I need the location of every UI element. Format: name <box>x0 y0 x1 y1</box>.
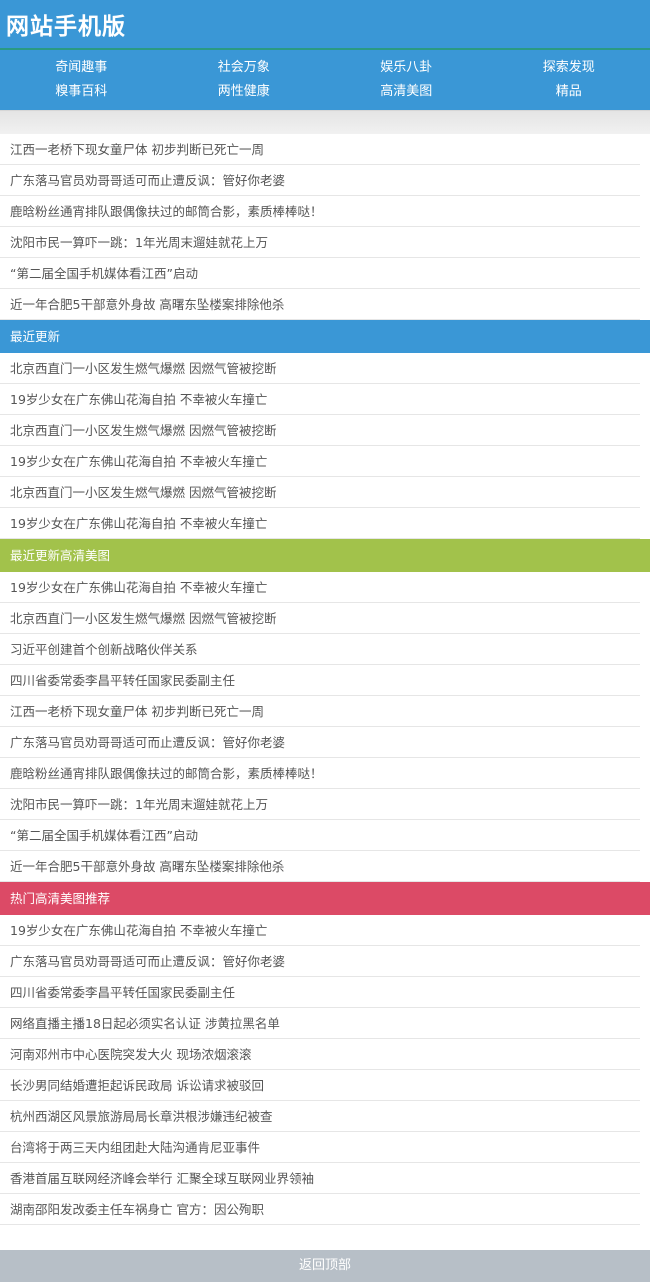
nav-item-health[interactable]: 两性健康 <box>163 80 326 104</box>
list-item[interactable]: 杭州西湖区风景旅游局局长章洪根涉嫌违纪被查 <box>0 1101 640 1132</box>
hot-hd-list: 19岁少女在广东佛山花海自拍 不幸被火车撞亡 广东落马官员劝哥哥适可而止遭反讽：… <box>0 915 650 1225</box>
list-item[interactable]: 北京西直门一小区发生燃气爆燃 因燃气管被挖断 <box>0 415 640 446</box>
list-item[interactable]: 网络直播主播18日起必须实名认证 涉黄拉黑名单 <box>0 1008 640 1039</box>
nav-item-featured[interactable]: 精品 <box>488 80 650 104</box>
list-item[interactable]: 台湾将于两三天内组团赴大陆沟通肯尼亚事件 <box>0 1132 640 1163</box>
list-item[interactable]: 四川省委常委李昌平转任国家民委副主任 <box>0 977 640 1008</box>
list-item[interactable]: 近一年合肥5干部意外身故 高曙东坠楼案排除他杀 <box>0 289 640 320</box>
back-to-top-button[interactable]: 返回顶部 <box>0 1250 650 1282</box>
latest-hd-list: 19岁少女在广东佛山花海自拍 不幸被火车撞亡 北京西直门一小区发生燃气爆燃 因燃… <box>0 572 650 882</box>
list-item[interactable]: 鹿晗粉丝通宵排队跟偶像扶过的邮筒合影，素质棒棒哒！ <box>0 758 640 789</box>
nav-item-weird-news[interactable]: 奇闻趣事 <box>0 56 163 80</box>
list-item[interactable]: 鹿晗粉丝通宵排队跟偶像扶过的邮筒合影，素质棒棒哒！ <box>0 196 640 227</box>
list-item[interactable]: 四川省委常委李昌平转任国家民委副主任 <box>0 665 640 696</box>
list-item[interactable]: 北京西直门一小区发生燃气爆燃 因燃气管被挖断 <box>0 477 640 508</box>
section-header-hot-hd: 热门高清美图推荐 <box>0 882 650 915</box>
category-nav: 奇闻趣事 社会万象 娱乐八卦 探索发现 糗事百科 两性健康 高清美图 精品 <box>0 50 650 110</box>
list-item[interactable]: 近一年合肥5干部意外身故 高曙东坠楼案排除他杀 <box>0 851 640 882</box>
list-item[interactable]: 广东落马官员劝哥哥适可而止遭反讽：管好你老婆 <box>0 727 640 758</box>
list-item[interactable]: 19岁少女在广东佛山花海自拍 不幸被火车撞亡 <box>0 384 640 415</box>
list-item[interactable]: 19岁少女在广东佛山花海自拍 不幸被火车撞亡 <box>0 508 640 539</box>
nav-item-hd-photos[interactable]: 高清美图 <box>325 80 488 104</box>
list-item[interactable]: 香港首届互联网经济峰会举行 汇聚全球互联网业界领袖 <box>0 1163 640 1194</box>
list-item[interactable]: 19岁少女在广东佛山花海自拍 不幸被火车撞亡 <box>0 446 640 477</box>
nav-item-entertainment[interactable]: 娱乐八卦 <box>325 56 488 80</box>
list-item[interactable]: 沈阳市民一算吓一跳：1年光周末遛娃就花上万 <box>0 227 640 258</box>
list-item[interactable]: 江西一老桥下现女童尸体 初步判断已死亡一周 <box>0 134 640 165</box>
nav-item-funny[interactable]: 糗事百科 <box>0 80 163 104</box>
site-title[interactable]: 网站手机版 <box>6 7 126 41</box>
list-item[interactable]: 广东落马官员劝哥哥适可而止遭反讽：管好你老婆 <box>0 946 640 977</box>
nav-item-discovery[interactable]: 探索发现 <box>488 56 650 80</box>
list-item[interactable]: “第二届全国手机媒体看江西”启动 <box>0 258 640 289</box>
latest-list: 北京西直门一小区发生燃气爆燃 因燃气管被挖断 19岁少女在广东佛山花海自拍 不幸… <box>0 353 650 539</box>
section-header-latest-hd: 最近更新高清美图 <box>0 539 650 572</box>
list-item[interactable]: 19岁少女在广东佛山花海自拍 不幸被火车撞亡 <box>0 572 640 603</box>
list-item[interactable]: 长沙男同结婚遭拒起诉民政局 诉讼请求被驳回 <box>0 1070 640 1101</box>
section-header-latest: 最近更新 <box>0 320 650 353</box>
list-item[interactable]: 19岁少女在广东佛山花海自拍 不幸被火车撞亡 <box>0 915 640 946</box>
list-item[interactable]: 习近平创建首个创新战略伙伴关系 <box>0 634 640 665</box>
list-item[interactable]: 湖南邵阳发改委主任车祸身亡 官方：因公殉职 <box>0 1194 640 1225</box>
list-item[interactable]: 北京西直门一小区发生燃气爆燃 因燃气管被挖断 <box>0 603 640 634</box>
nav-spacer <box>0 110 650 134</box>
list-item[interactable]: 广东落马官员劝哥哥适可而止遭反讽：管好你老婆 <box>0 165 640 196</box>
site-header: 网站手机版 <box>0 0 650 48</box>
list-item[interactable]: 沈阳市民一算吓一跳：1年光周末遛娃就花上万 <box>0 789 640 820</box>
list-item[interactable]: 江西一老桥下现女童尸体 初步判断已死亡一周 <box>0 696 640 727</box>
nav-item-society[interactable]: 社会万象 <box>163 56 326 80</box>
list-item[interactable]: 河南邓州市中心医院突发大火 现场浓烟滚滚 <box>0 1039 640 1070</box>
top-news-list: 江西一老桥下现女童尸体 初步判断已死亡一周 广东落马官员劝哥哥适可而止遭反讽：管… <box>0 134 650 320</box>
list-item[interactable]: 北京西直门一小区发生燃气爆燃 因燃气管被挖断 <box>0 353 640 384</box>
list-item[interactable]: “第二届全国手机媒体看江西”启动 <box>0 820 640 851</box>
